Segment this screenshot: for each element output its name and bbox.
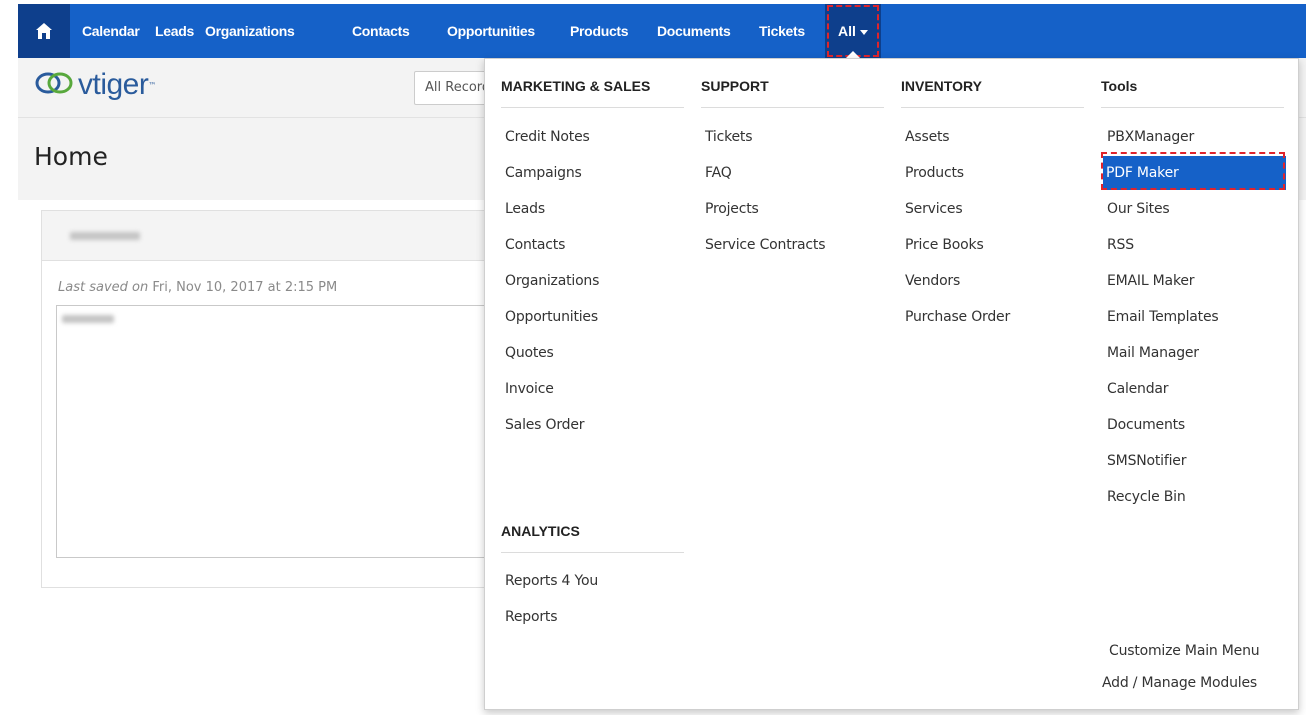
menu-item-invoice[interactable]: Invoice [505, 379, 554, 399]
blurred-widget-title [70, 232, 140, 240]
menu-item-sales-order[interactable]: Sales Order [505, 415, 585, 435]
dropdown-pointer [846, 51, 860, 58]
nav-documents[interactable]: Documents [657, 4, 731, 58]
menu-item-email-maker[interactable]: EMAIL Maker [1107, 271, 1195, 291]
menu-item-services[interactable]: Services [905, 199, 963, 219]
nav-calendar[interactable]: Calendar [82, 4, 140, 58]
heading-marketing-sales: MARKETING & SALES [501, 59, 684, 108]
top-nav-bar: Calendar Leads Organizations Contacts Op… [18, 4, 1306, 58]
menu-item-documents[interactable]: Documents [1107, 415, 1185, 435]
menu-item-faq[interactable]: FAQ [705, 163, 732, 183]
menu-item-pbxmanager[interactable]: PBXManager [1107, 127, 1194, 147]
last-saved-prefix: Last saved on [58, 280, 149, 295]
notebook-widget: Last saved on Fri, Nov 10, 2017 at 2:15 … [41, 210, 492, 588]
menu-item-credit-notes[interactable]: Credit Notes [505, 127, 590, 147]
nav-all-label: All [838, 23, 856, 39]
nav-opportunities[interactable]: Opportunities [447, 4, 535, 58]
menu-item-contacts[interactable]: Contacts [505, 235, 565, 255]
menu-item-tickets[interactable]: Tickets [705, 127, 753, 147]
menu-item-reports-4-you[interactable]: Reports 4 You [505, 571, 598, 591]
menu-item-quotes[interactable]: Quotes [505, 343, 554, 363]
menu-item-our-sites[interactable]: Our Sites [1107, 199, 1170, 219]
nav-tickets[interactable]: Tickets [759, 4, 805, 58]
vtiger-logo-icon [34, 69, 74, 101]
nav-leads[interactable]: Leads [155, 4, 194, 58]
notes-textarea[interactable] [56, 305, 492, 558]
nav-organizations[interactable]: Organizations [205, 4, 295, 58]
menu-item-organizations[interactable]: Organizations [505, 271, 599, 291]
menu-item-reports[interactable]: Reports [505, 607, 558, 627]
menu-item-opportunities[interactable]: Opportunities [505, 307, 598, 327]
menu-item-rss[interactable]: RSS [1107, 235, 1134, 255]
menu-item-service-contracts[interactable]: Service Contracts [705, 235, 826, 255]
home-icon [35, 22, 53, 40]
heading-inventory: INVENTORY [901, 59, 1084, 108]
menu-item-products[interactable]: Products [905, 163, 964, 183]
last-saved-text: Last saved on Fri, Nov 10, 2017 at 2:15 … [58, 280, 337, 295]
nav-all-menu-button[interactable]: All [825, 4, 881, 58]
heading-tools: Tools [1101, 59, 1284, 108]
menu-item-purchase-order[interactable]: Purchase Order [905, 307, 1010, 327]
last-saved-date: Fri, Nov 10, 2017 at 2:15 PM [148, 280, 338, 295]
logo-text: vtiger [78, 68, 149, 101]
vtiger-logo[interactable]: vtiger ™ [34, 68, 156, 102]
menu-item-mail-manager[interactable]: Mail Manager [1107, 343, 1199, 363]
widget-header [42, 211, 490, 261]
menu-item-pdf-maker[interactable]: PDF Maker [1103, 156, 1286, 190]
caret-down-icon [859, 29, 868, 35]
menu-item-smsnotifier[interactable]: SMSNotifier [1107, 451, 1186, 471]
nav-contacts[interactable]: Contacts [352, 4, 410, 58]
menu-item-email-templates[interactable]: Email Templates [1107, 307, 1219, 327]
customize-main-menu-link[interactable]: Customize Main Menu [1109, 641, 1260, 661]
menu-item-price-books[interactable]: Price Books [905, 235, 984, 255]
menu-item-assets[interactable]: Assets [905, 127, 950, 147]
nav-products[interactable]: Products [570, 4, 629, 58]
heading-analytics: ANALYTICS [501, 504, 684, 553]
blurred-note-content [62, 315, 114, 323]
menu-item-leads[interactable]: Leads [505, 199, 545, 219]
logo-trademark: ™ [148, 80, 157, 90]
menu-item-vendors[interactable]: Vendors [905, 271, 960, 291]
menu-item-campaigns[interactable]: Campaigns [505, 163, 582, 183]
menu-item-projects[interactable]: Projects [705, 199, 759, 219]
add-manage-modules-link[interactable]: Add / Manage Modules [1102, 673, 1257, 693]
heading-support: SUPPORT [701, 59, 884, 108]
page-title: Home [34, 142, 108, 171]
menu-item-recycle-bin[interactable]: Recycle Bin [1107, 487, 1186, 507]
all-modules-dropdown: MARKETING & SALES SUPPORT INVENTORY Tool… [484, 58, 1299, 710]
menu-item-calendar[interactable]: Calendar [1107, 379, 1169, 399]
home-button[interactable] [18, 4, 70, 58]
